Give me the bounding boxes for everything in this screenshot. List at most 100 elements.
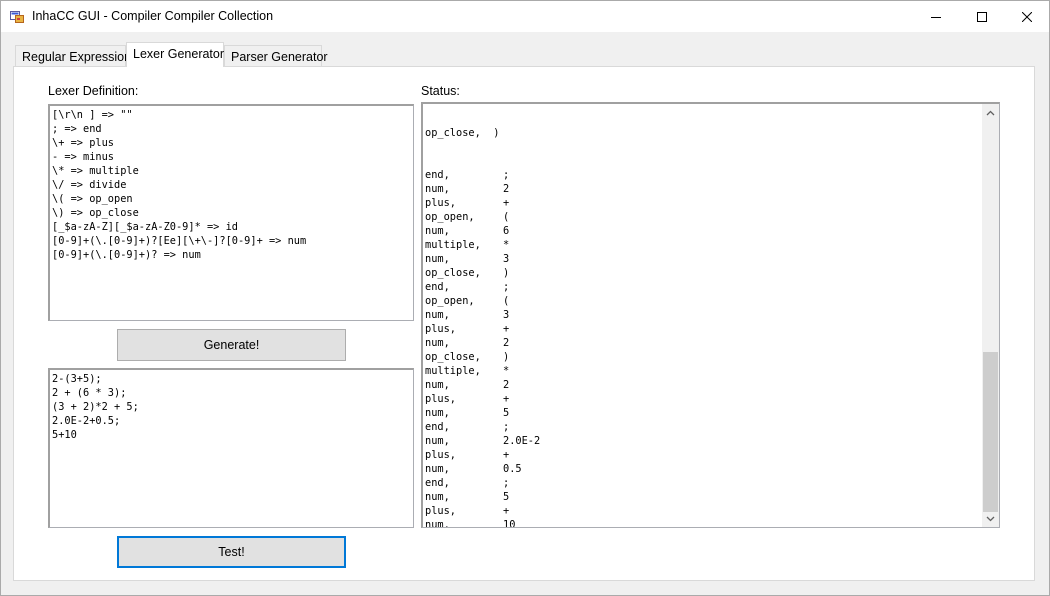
minimize-button[interactable]: [913, 1, 959, 32]
status-token: num,: [425, 337, 450, 349]
close-button[interactable]: [1004, 1, 1050, 32]
status-row: op_open, (: [425, 294, 985, 308]
status-row: plus, +: [425, 448, 985, 462]
status-row: num, 2: [425, 182, 985, 196]
tab-regular-expression[interactable]: Regular Expression: [15, 45, 131, 67]
status-value: 0.5: [503, 463, 522, 475]
status-row: num, 0.5: [425, 462, 985, 476]
status-token: num,: [425, 309, 450, 321]
status-row: plus, +: [425, 196, 985, 210]
status-value: +: [503, 323, 510, 335]
window-title: InhaCC GUI - Compiler Compiler Collectio…: [32, 9, 274, 23]
status-token: multiple,: [425, 239, 481, 251]
status-row: plus, +: [425, 322, 985, 336]
status-row: num, 10: [425, 518, 985, 528]
status-value: *: [503, 239, 510, 251]
status-value: 2: [503, 337, 510, 349]
status-row: op_close,): [425, 350, 985, 364]
scroll-down-button[interactable]: [982, 510, 999, 527]
test-input-textbox[interactable]: 2-(3+5); 2 + (6 * 3); (3 + 2)*2 + 5; 2.0…: [48, 368, 414, 528]
status-value: 2: [503, 379, 510, 391]
status-row: num, 2: [425, 378, 985, 392]
status-row: num, 3: [425, 308, 985, 322]
status-row: num, 3: [425, 252, 985, 266]
status-token: num,: [425, 253, 450, 265]
status-value: +: [503, 393, 510, 405]
chevron-up-icon: [986, 110, 995, 115]
status-row: plus, +: [425, 392, 985, 406]
status-token: end,: [425, 477, 450, 489]
status-row: num, 5: [425, 406, 985, 420]
status-value: ): [503, 351, 510, 363]
status-value: (: [503, 211, 510, 223]
status-row: multiple, *: [425, 364, 985, 378]
status-row: num, 2: [425, 336, 985, 350]
status-value: 2.0E-2: [503, 435, 541, 447]
status-token: op_close,: [425, 267, 481, 279]
status-row: plus, +: [425, 504, 985, 518]
status-value: ;: [503, 477, 510, 489]
status-token: end,: [425, 421, 450, 433]
status-token: plus,: [425, 197, 456, 209]
status-token: plus,: [425, 449, 456, 461]
status-row: num, 2.0E-2: [425, 434, 985, 448]
status-token: num,: [425, 183, 450, 195]
status-token: multiple,: [425, 365, 481, 377]
status-row: op_close,): [425, 266, 985, 280]
status-value: 2: [503, 183, 510, 195]
status-value: (: [503, 295, 510, 307]
scroll-up-button[interactable]: [982, 104, 999, 121]
status-value: *: [503, 365, 510, 377]
status-scrollbar[interactable]: [982, 104, 999, 527]
lexer-definition-label: Lexer Definition:: [48, 84, 139, 98]
tab-lexer-generator[interactable]: Lexer Generator: [126, 42, 224, 67]
status-partial-row: op_close, ): [425, 126, 985, 140]
status-value: ;: [503, 421, 510, 433]
status-token: op_open,: [425, 295, 475, 307]
status-row: op_open, (: [425, 210, 985, 224]
status-token: plus,: [425, 393, 456, 405]
status-row: end,;: [425, 476, 985, 490]
status-row: end,;: [425, 420, 985, 434]
status-label: Status:: [421, 84, 460, 98]
status-row: num, 5: [425, 490, 985, 504]
status-token: plus,: [425, 505, 456, 517]
status-token: op_close,: [425, 351, 481, 363]
generate-button[interactable]: Generate!: [117, 329, 346, 361]
status-output: op_close, ) end,; num, 2 plus, + op_open,(num…: [425, 104, 985, 528]
scroll-thumb[interactable]: [983, 352, 998, 512]
status-row: multiple, *: [425, 238, 985, 252]
status-value: ): [503, 267, 510, 279]
status-row: end,;: [425, 168, 985, 182]
status-token: num,: [425, 435, 450, 447]
chevron-down-icon: [986, 516, 995, 521]
status-partial-text: op_close, ): [425, 127, 500, 139]
status-token: num,: [425, 491, 450, 503]
minimize-icon: [931, 16, 941, 18]
maximize-button[interactable]: [959, 1, 1005, 32]
maximize-icon: [977, 11, 987, 22]
status-value: 3: [503, 253, 510, 265]
status-row: num, 6: [425, 224, 985, 238]
status-value: 5: [503, 407, 510, 419]
status-textbox[interactable]: op_close, ) end,; num, 2 plus, + op_open,(num…: [421, 102, 1000, 528]
status-value: +: [503, 505, 510, 517]
status-token: num,: [425, 407, 450, 419]
close-icon: [1022, 11, 1032, 22]
title-bar[interactable]: InhaCC GUI - Compiler Compiler Collectio…: [1, 1, 1049, 32]
status-token: num,: [425, 225, 450, 237]
status-token: num,: [425, 379, 450, 391]
app-icon: [10, 9, 25, 23]
status-value: 10: [503, 519, 516, 528]
status-value: ;: [503, 169, 510, 181]
status-token: num,: [425, 463, 450, 475]
status-token: plus,: [425, 323, 456, 335]
tab-parser-generator[interactable]: Parser Generator: [224, 45, 328, 67]
status-value: +: [503, 449, 510, 461]
test-button[interactable]: Test!: [117, 536, 346, 568]
status-token: num,: [425, 519, 450, 528]
status-row: end,;: [425, 280, 985, 294]
status-value: 3: [503, 309, 510, 321]
status-token: op_open,: [425, 211, 475, 223]
lexer-definition-textbox[interactable]: [\r\n ] => "" ; => end \+ => plus - => m…: [48, 104, 414, 321]
